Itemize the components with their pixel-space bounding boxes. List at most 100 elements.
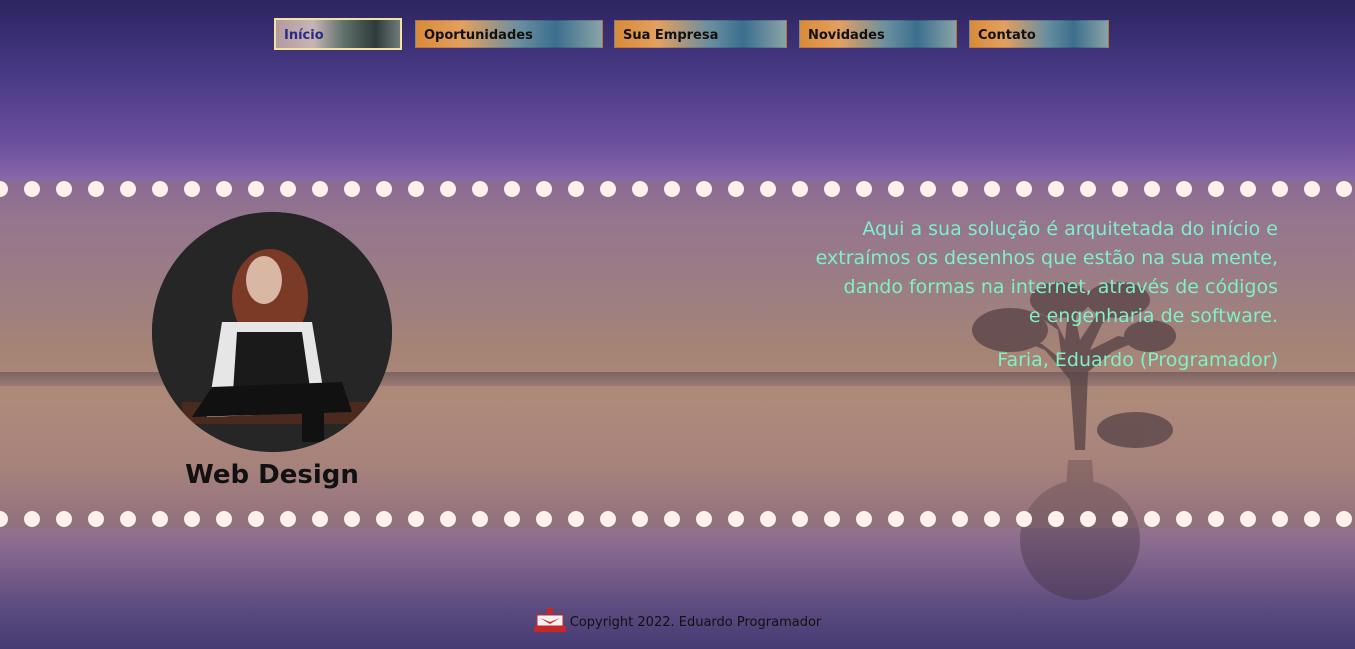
- perforation-dot: [408, 511, 424, 527]
- quote-line: Aqui a sua solução é arquitetada do iníc…: [862, 218, 1278, 240]
- perforation-dot: [632, 181, 648, 197]
- perforation-dot: [88, 511, 104, 527]
- nav-item-oportunidades[interactable]: Oportunidades: [415, 20, 603, 48]
- film-perforations-bottom: [0, 511, 1352, 527]
- nav-item-novidades[interactable]: Novidades: [799, 20, 957, 48]
- hero-quote: Aqui a sua solução é arquitetada do iníc…: [760, 215, 1278, 331]
- perforation-dot: [568, 511, 584, 527]
- perforation-dot: [0, 181, 8, 197]
- book-logo-icon: [533, 608, 566, 632]
- perforation-dot: [728, 181, 744, 197]
- perforation-dot: [792, 511, 808, 527]
- perforation-dot: [0, 511, 8, 527]
- perforation-dot: [696, 511, 712, 527]
- perforation-dot: [1336, 181, 1352, 197]
- perforation-dot: [120, 181, 136, 197]
- perforation-dot: [696, 181, 712, 197]
- perforation-dot: [152, 181, 168, 197]
- perforation-dot: [56, 181, 72, 197]
- perforation-dot: [1048, 181, 1064, 197]
- perforation-dot: [536, 181, 552, 197]
- perforation-dot: [952, 181, 968, 197]
- perforation-dot: [1112, 181, 1128, 197]
- quote-line: e engenharia de software.: [1028, 305, 1278, 327]
- perforation-dot: [856, 511, 872, 527]
- perforation-dot: [376, 511, 392, 527]
- perforation-dot: [440, 511, 456, 527]
- perforation-dot: [472, 511, 488, 527]
- perforation-dot: [280, 511, 296, 527]
- perforation-dot: [504, 511, 520, 527]
- perforation-dot: [568, 181, 584, 197]
- perforation-dot: [824, 181, 840, 197]
- perforation-dot: [24, 181, 40, 197]
- perforation-dot: [1272, 181, 1288, 197]
- perforation-dot: [1336, 511, 1352, 527]
- perforation-dot: [1176, 511, 1192, 527]
- perforation-dot: [344, 181, 360, 197]
- perforation-dot: [632, 511, 648, 527]
- perforation-dot: [344, 511, 360, 527]
- perforation-dot: [888, 511, 904, 527]
- perforation-dot: [920, 181, 936, 197]
- perforation-dot: [1272, 511, 1288, 527]
- quote-line: dando formas na internet, através de cód…: [843, 276, 1278, 298]
- perforation-dot: [792, 181, 808, 197]
- perforation-dot: [1240, 511, 1256, 527]
- perforation-dot: [1112, 511, 1128, 527]
- perforation-dot: [536, 511, 552, 527]
- perforation-dot: [1080, 511, 1096, 527]
- footer: Copyright 2022. Eduardo Programador: [0, 606, 1355, 632]
- main-nav: Início Oportunidades Sua Empresa Novidad…: [0, 18, 1355, 50]
- portrait-photo: [152, 212, 392, 452]
- film-perforations-top: [0, 181, 1352, 197]
- perforation-dot: [952, 511, 968, 527]
- footer-copyright: Copyright 2022. Eduardo Programador: [569, 615, 822, 630]
- nav-item-sua-empresa[interactable]: Sua Empresa: [614, 20, 787, 48]
- perforation-dot: [824, 511, 840, 527]
- perforation-dot: [216, 181, 232, 197]
- perforation-dot: [1080, 181, 1096, 197]
- perforation-dot: [728, 511, 744, 527]
- perforation-dot: [1176, 181, 1192, 197]
- perforation-dot: [1208, 181, 1224, 197]
- perforation-dot: [1144, 181, 1160, 197]
- perforation-dot: [440, 181, 456, 197]
- perforation-dot: [600, 511, 616, 527]
- perforation-dot: [760, 511, 776, 527]
- perforation-dot: [184, 181, 200, 197]
- perforation-dot: [504, 181, 520, 197]
- quote-author: Faria, Eduardo (Programador): [997, 349, 1278, 371]
- perforation-dot: [984, 181, 1000, 197]
- perforation-dot: [1304, 181, 1320, 197]
- perforation-dot: [184, 511, 200, 527]
- perforation-dot: [376, 181, 392, 197]
- perforation-dot: [664, 181, 680, 197]
- perforation-dot: [408, 181, 424, 197]
- perforation-dot: [472, 181, 488, 197]
- perforation-dot: [248, 511, 264, 527]
- perforation-dot: [1016, 511, 1032, 527]
- perforation-dot: [664, 511, 680, 527]
- nav-item-inicio[interactable]: Início: [274, 18, 402, 50]
- perforation-dot: [856, 181, 872, 197]
- perforation-dot: [984, 511, 1000, 527]
- nav-item-contato[interactable]: Contato: [969, 20, 1109, 48]
- perforation-dot: [56, 511, 72, 527]
- perforation-dot: [920, 511, 936, 527]
- perforation-dot: [88, 181, 104, 197]
- perforation-dot: [1016, 181, 1032, 197]
- perforation-dot: [1048, 511, 1064, 527]
- perforation-dot: [888, 181, 904, 197]
- perforation-dot: [216, 511, 232, 527]
- quote-line: extraímos os desenhos que estão na sua m…: [815, 247, 1278, 269]
- perforation-dot: [760, 181, 776, 197]
- perforation-dot: [248, 181, 264, 197]
- perforation-dot: [24, 511, 40, 527]
- perforation-dot: [1304, 511, 1320, 527]
- perforation-dot: [1208, 511, 1224, 527]
- perforation-dot: [1240, 181, 1256, 197]
- perforation-dot: [152, 511, 168, 527]
- perforation-dot: [1144, 511, 1160, 527]
- perforation-dot: [120, 511, 136, 527]
